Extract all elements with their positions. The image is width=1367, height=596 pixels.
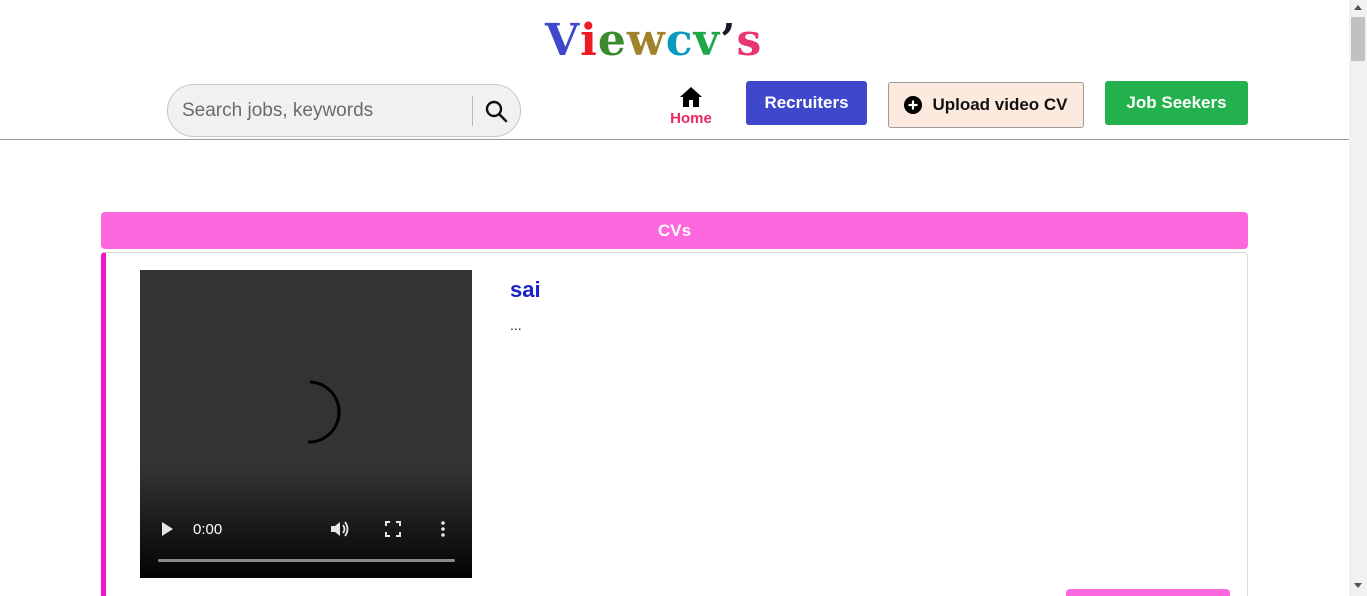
logo-letter: c bbox=[665, 15, 694, 66]
cv-action-button[interactable] bbox=[1066, 589, 1230, 596]
fullscreen-icon[interactable] bbox=[385, 521, 401, 537]
recruiters-button[interactable]: Recruiters bbox=[746, 81, 867, 125]
page-scrollbar[interactable] bbox=[1349, 0, 1367, 596]
scrollbar-thumb[interactable] bbox=[1351, 17, 1365, 61]
cv-card: 0:00 sai ... bbox=[101, 252, 1248, 596]
logo-letter: v bbox=[693, 15, 721, 66]
job-seekers-button[interactable]: Job Seekers bbox=[1105, 81, 1248, 125]
video-player[interactable]: 0:00 bbox=[140, 270, 472, 578]
search-button[interactable] bbox=[480, 95, 512, 127]
cvs-section-header: CVs bbox=[101, 212, 1248, 249]
volume-icon[interactable] bbox=[330, 520, 350, 538]
nav-home[interactable]: Home bbox=[660, 86, 722, 134]
video-progress-bar[interactable] bbox=[158, 559, 455, 562]
site-logo[interactable]: Vi e w c v’ s bbox=[545, 18, 762, 64]
scroll-up-arrow-icon[interactable] bbox=[1354, 5, 1362, 10]
logo-letter: s bbox=[736, 15, 763, 66]
nav-home-label: Home bbox=[670, 110, 712, 127]
video-time: 0:00 bbox=[193, 521, 223, 538]
logo-letter: ’ bbox=[720, 15, 737, 66]
logo-letter: w bbox=[626, 15, 666, 66]
video-controls: 0:00 bbox=[140, 508, 472, 578]
logo-letter: e bbox=[597, 15, 627, 66]
search-input[interactable] bbox=[182, 93, 462, 129]
loading-spinner-icon bbox=[307, 380, 341, 444]
logo-letter: i bbox=[580, 15, 598, 66]
home-icon bbox=[680, 87, 702, 107]
job-seekers-button-label: Job Seekers bbox=[1126, 93, 1227, 112]
search-bar bbox=[167, 84, 521, 137]
site-header: Viewcv’s Home Recruiters Upload video CV… bbox=[0, 0, 1349, 140]
play-icon[interactable] bbox=[160, 520, 174, 538]
cv-description: ... bbox=[510, 317, 522, 333]
upload-video-cv-button[interactable]: Upload video CV bbox=[888, 82, 1084, 128]
logo-letter: V bbox=[545, 15, 581, 66]
search-divider bbox=[472, 96, 473, 126]
upload-video-cv-label: Upload video CV bbox=[932, 95, 1068, 114]
more-options-icon[interactable] bbox=[440, 520, 446, 538]
cv-name-link[interactable]: sai bbox=[510, 277, 541, 303]
plus-circle-icon bbox=[904, 96, 923, 114]
cvs-section-title: CVs bbox=[657, 220, 692, 240]
recruiters-button-label: Recruiters bbox=[764, 93, 849, 112]
search-icon bbox=[485, 100, 508, 123]
scroll-down-arrow-icon[interactable] bbox=[1354, 583, 1362, 588]
